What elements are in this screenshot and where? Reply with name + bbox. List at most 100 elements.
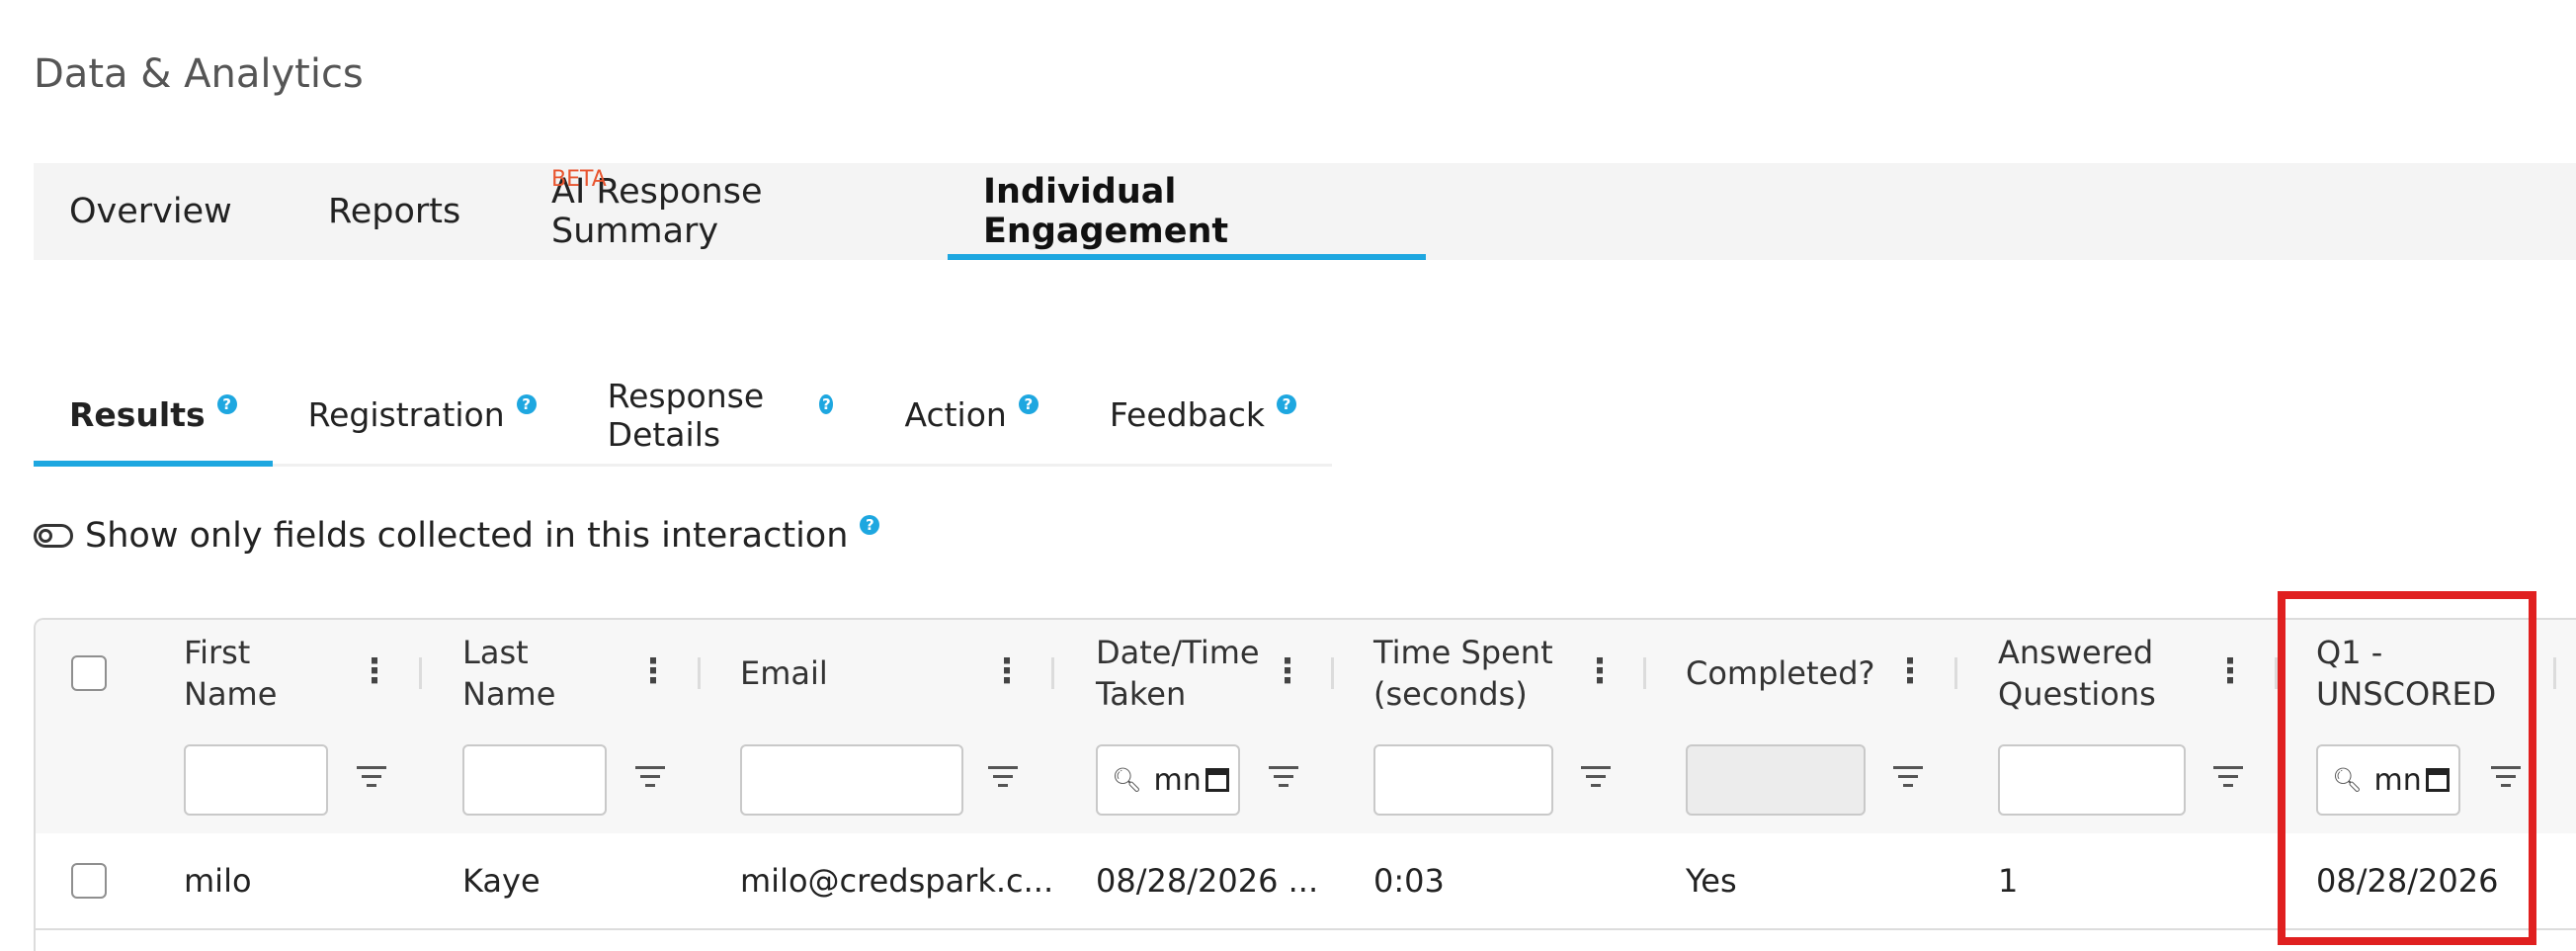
column-resize-handle[interactable] — [419, 657, 422, 689]
search-icon: 🔍︎ — [1112, 766, 1142, 794]
header-line: Date/Time — [1096, 634, 1260, 671]
subtab-response-details[interactable]: Response Details ? — [572, 366, 870, 464]
toggle-switch-icon[interactable] — [34, 524, 73, 548]
column-resize-handle[interactable] — [1051, 657, 1054, 689]
tab-individual-engagement[interactable]: Individual Engagement — [948, 163, 1426, 260]
header-label: Q1 - UNSCORED — [2316, 632, 2496, 715]
cell-date-taken: 08/28/2026 ... — [1096, 862, 1319, 900]
select-all-checkbox[interactable] — [71, 655, 107, 691]
last-name-filter-input[interactable] — [462, 744, 607, 816]
column-resize-handle[interactable] — [2553, 657, 2556, 689]
cell-q1-unscored: 08/28/2026 — [2316, 862, 2499, 900]
column-menu-icon[interactable]: ⋮ — [990, 651, 1024, 691]
column-header-date-taken[interactable]: Date/Time Taken — [1096, 620, 1260, 727]
column-header-last-name[interactable]: Last Name — [462, 620, 555, 727]
first-name-filter-input[interactable] — [184, 744, 328, 816]
select-all-cell — [71, 620, 107, 727]
header-line: First — [184, 634, 251, 671]
help-icon[interactable]: ? — [516, 393, 537, 414]
tab-label: Individual Engagement — [983, 172, 1229, 251]
column-resize-handle[interactable] — [698, 657, 701, 689]
page-title: Data & Analytics — [34, 51, 364, 97]
column-resize-handle[interactable] — [1331, 657, 1334, 689]
tab-overview[interactable]: Overview — [34, 163, 292, 260]
answered-questions-filter-input[interactable] — [1998, 744, 2186, 816]
tab-label: Reports — [328, 192, 461, 231]
row-select-cell — [71, 833, 107, 928]
filter-icon[interactable] — [1893, 766, 1923, 794]
table-header-row: First Name ⋮ Last Name ⋮ Email ⋮ Date/Ti… — [36, 620, 2576, 729]
toggle-label: Show only fields collected in this inter… — [85, 516, 849, 556]
subtab-label: Registration — [307, 395, 505, 434]
help-icon[interactable]: ? — [819, 393, 834, 414]
tab-label: Overview — [69, 192, 232, 231]
column-menu-icon[interactable]: ⋮ — [2213, 651, 2247, 691]
header-label: Time Spent (seconds) — [1373, 632, 1553, 715]
time-spent-filter-input[interactable] — [1373, 744, 1553, 816]
column-header-answered-questions[interactable]: Answered Questions — [1998, 620, 2156, 727]
cell-email: milo@credspark.c... — [740, 862, 1054, 900]
tab-reports[interactable]: Reports — [292, 163, 516, 260]
subtab-feedback[interactable]: Feedback ? — [1074, 366, 1332, 464]
column-header-q1-unscored[interactable]: Q1 - UNSCORED — [2316, 620, 2496, 727]
subtab-results[interactable]: Results ? — [34, 366, 273, 467]
sub-tab-bar: Results ? Registration ? Response Detail… — [34, 366, 1332, 467]
header-label: Email — [740, 652, 828, 694]
header-line: Taken — [1096, 675, 1187, 713]
q1-date-filter-input[interactable]: 🔍︎ mn — [2316, 744, 2460, 816]
cell-time-spent: 0:03 — [1373, 862, 1445, 900]
column-header-time-spent[interactable]: Time Spent (seconds) — [1373, 620, 1553, 727]
column-menu-icon[interactable]: ⋮ — [358, 651, 391, 691]
column-resize-handle[interactable] — [2275, 657, 2278, 689]
column-menu-icon[interactable]: ⋮ — [1271, 651, 1304, 691]
results-table: First Name ⋮ Last Name ⋮ Email ⋮ Date/Ti… — [34, 618, 2576, 951]
header-line: (seconds) — [1373, 675, 1528, 713]
help-icon[interactable]: ? — [860, 515, 880, 535]
header-line: UNSCORED — [2316, 675, 2497, 713]
filter-icon[interactable] — [988, 766, 1018, 794]
search-icon: 🔍︎ — [2332, 766, 2363, 794]
help-icon[interactable]: ? — [1277, 393, 1296, 414]
filter-icon[interactable] — [1581, 766, 1611, 794]
header-line: Last — [462, 634, 529, 671]
column-header-email[interactable]: Email — [740, 620, 828, 727]
date-taken-filter-input[interactable]: 🔍︎ mn — [1096, 744, 1240, 816]
cell-last-name: Kaye — [462, 862, 540, 900]
column-menu-icon[interactable]: ⋮ — [1583, 651, 1617, 691]
calendar-icon[interactable] — [2425, 768, 2450, 792]
calendar-icon[interactable] — [1205, 768, 1229, 792]
date-filter-value: mn — [2373, 762, 2422, 798]
subtab-label: Results — [69, 395, 206, 434]
completed-filter-select[interactable] — [1686, 744, 1866, 816]
filter-icon[interactable] — [1269, 766, 1298, 794]
filter-icon[interactable] — [2213, 766, 2243, 794]
beta-badge: BETA — [551, 167, 607, 192]
subtab-registration[interactable]: Registration ? — [273, 366, 572, 464]
header-line: Q1 - — [2316, 634, 2383, 671]
cell-completed: Yes — [1686, 862, 1737, 900]
filter-icon[interactable] — [635, 766, 665, 794]
help-icon[interactable]: ? — [216, 393, 237, 414]
header-line: Questions — [1998, 675, 2156, 713]
filter-icon[interactable] — [2491, 766, 2521, 794]
subtab-action[interactable]: Action ? — [869, 366, 1073, 464]
column-menu-icon[interactable]: ⋮ — [1893, 651, 1927, 691]
column-header-first-name[interactable]: First Name — [184, 620, 277, 727]
header-label: Completed? — [1686, 652, 1875, 694]
subtab-label: Action — [904, 395, 1007, 434]
filter-icon[interactable] — [357, 766, 386, 794]
header-line: Email — [740, 654, 828, 692]
row-select-checkbox[interactable] — [71, 863, 107, 899]
column-menu-icon[interactable]: ⋮ — [636, 651, 670, 691]
header-label: Date/Time Taken — [1096, 632, 1260, 715]
tab-ai-response-summary[interactable]: BETA AI Response Summary — [516, 163, 948, 260]
table-row[interactable]: milo Kaye milo@credspark.c... 08/28/2026… — [36, 833, 2576, 930]
column-resize-handle[interactable] — [1954, 657, 1957, 689]
show-collected-fields-toggle[interactable]: Show only fields collected in this inter… — [34, 515, 880, 556]
email-filter-input[interactable] — [740, 744, 963, 816]
column-header-completed[interactable]: Completed? — [1686, 620, 1875, 727]
header-line: Time Spent — [1373, 634, 1553, 671]
column-resize-handle[interactable] — [1643, 657, 1646, 689]
date-filter-value: mn — [1153, 762, 1202, 798]
help-icon[interactable]: ? — [1018, 393, 1039, 414]
